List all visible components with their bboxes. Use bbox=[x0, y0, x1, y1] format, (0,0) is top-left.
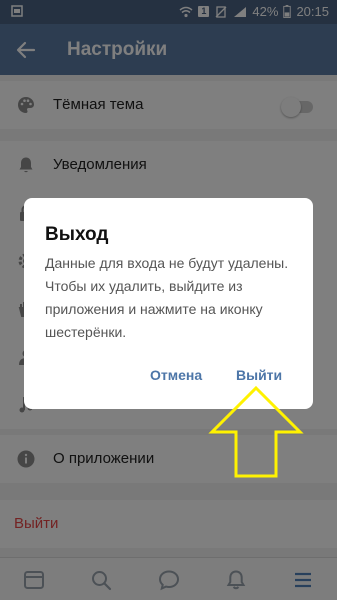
confirm-logout-button[interactable]: Выйти bbox=[236, 367, 282, 383]
dialog-message: Данные для входа не будут удалены. Чтобы… bbox=[45, 255, 289, 340]
annotation-arrow-icon bbox=[208, 385, 304, 478]
cancel-button[interactable]: Отмена bbox=[150, 367, 202, 383]
dialog-title: Выход bbox=[45, 224, 109, 245]
logout-dialog: Выход Данные для входа не будут удалены.… bbox=[24, 198, 313, 409]
